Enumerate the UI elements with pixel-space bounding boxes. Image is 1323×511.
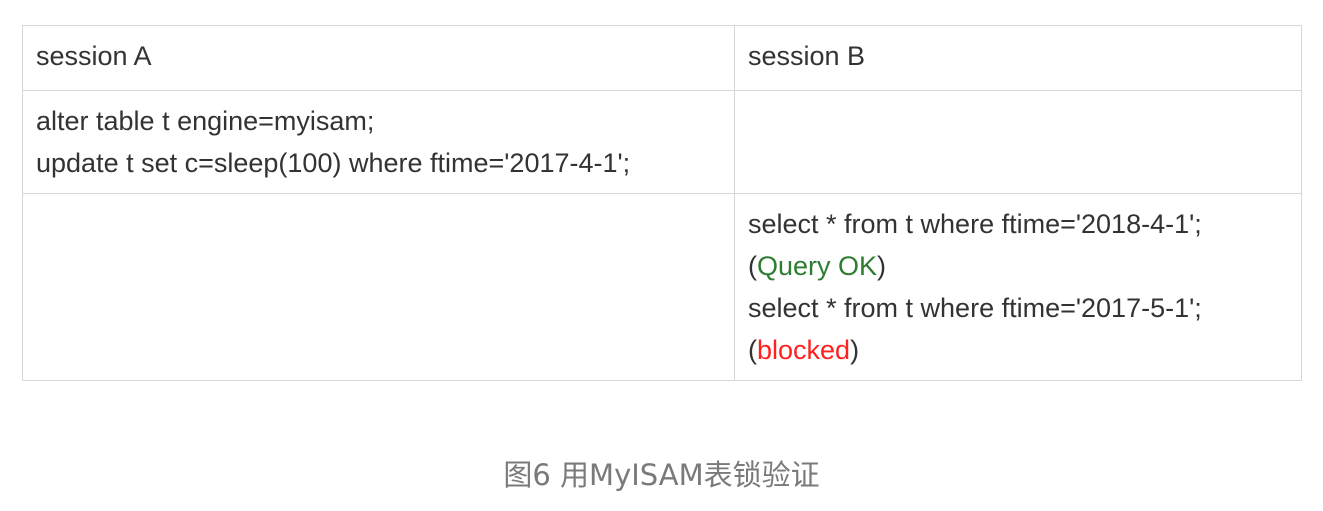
session-a-statement: alter table t engine=myisam; [36, 106, 375, 136]
figure-caption: 图6 用MyISAM表锁验证 [503, 458, 820, 492]
session-a-statement: update t set c=sleep(100) where ftime='2… [36, 148, 631, 178]
status-blocked: blocked [757, 335, 851, 365]
header-session-b: session B [734, 25, 1302, 91]
session-b-result-1: (Query OK) [748, 245, 1288, 287]
session-a-cell-2 [22, 193, 735, 381]
session-b-query-2: select * from t where ftime='2017-5-1'; [748, 293, 1202, 323]
session-b-result-2: (blocked) [748, 329, 1288, 371]
session-b-query-1: select * from t where ftime='2018-4-1'; [748, 209, 1202, 239]
paren-close: ) [877, 251, 887, 281]
status-query-ok: Query OK [757, 251, 878, 281]
table-header-row: session A session B [22, 25, 1302, 91]
session-b-cell-2: select * from t where ftime='2018-4-1'; … [734, 193, 1302, 381]
session-table: session A session B alter table t engine… [22, 25, 1302, 381]
paren-close: ) [850, 335, 860, 365]
table-row: alter table t engine=myisam; update t se… [22, 90, 1302, 194]
session-a-cell-1: alter table t engine=myisam; update t se… [22, 90, 735, 194]
header-session-a: session A [22, 25, 735, 91]
paren-open: ( [748, 251, 757, 281]
table-row: select * from t where ftime='2018-4-1'; … [22, 193, 1302, 381]
session-b-cell-1 [734, 90, 1302, 194]
paren-open: ( [748, 335, 757, 365]
